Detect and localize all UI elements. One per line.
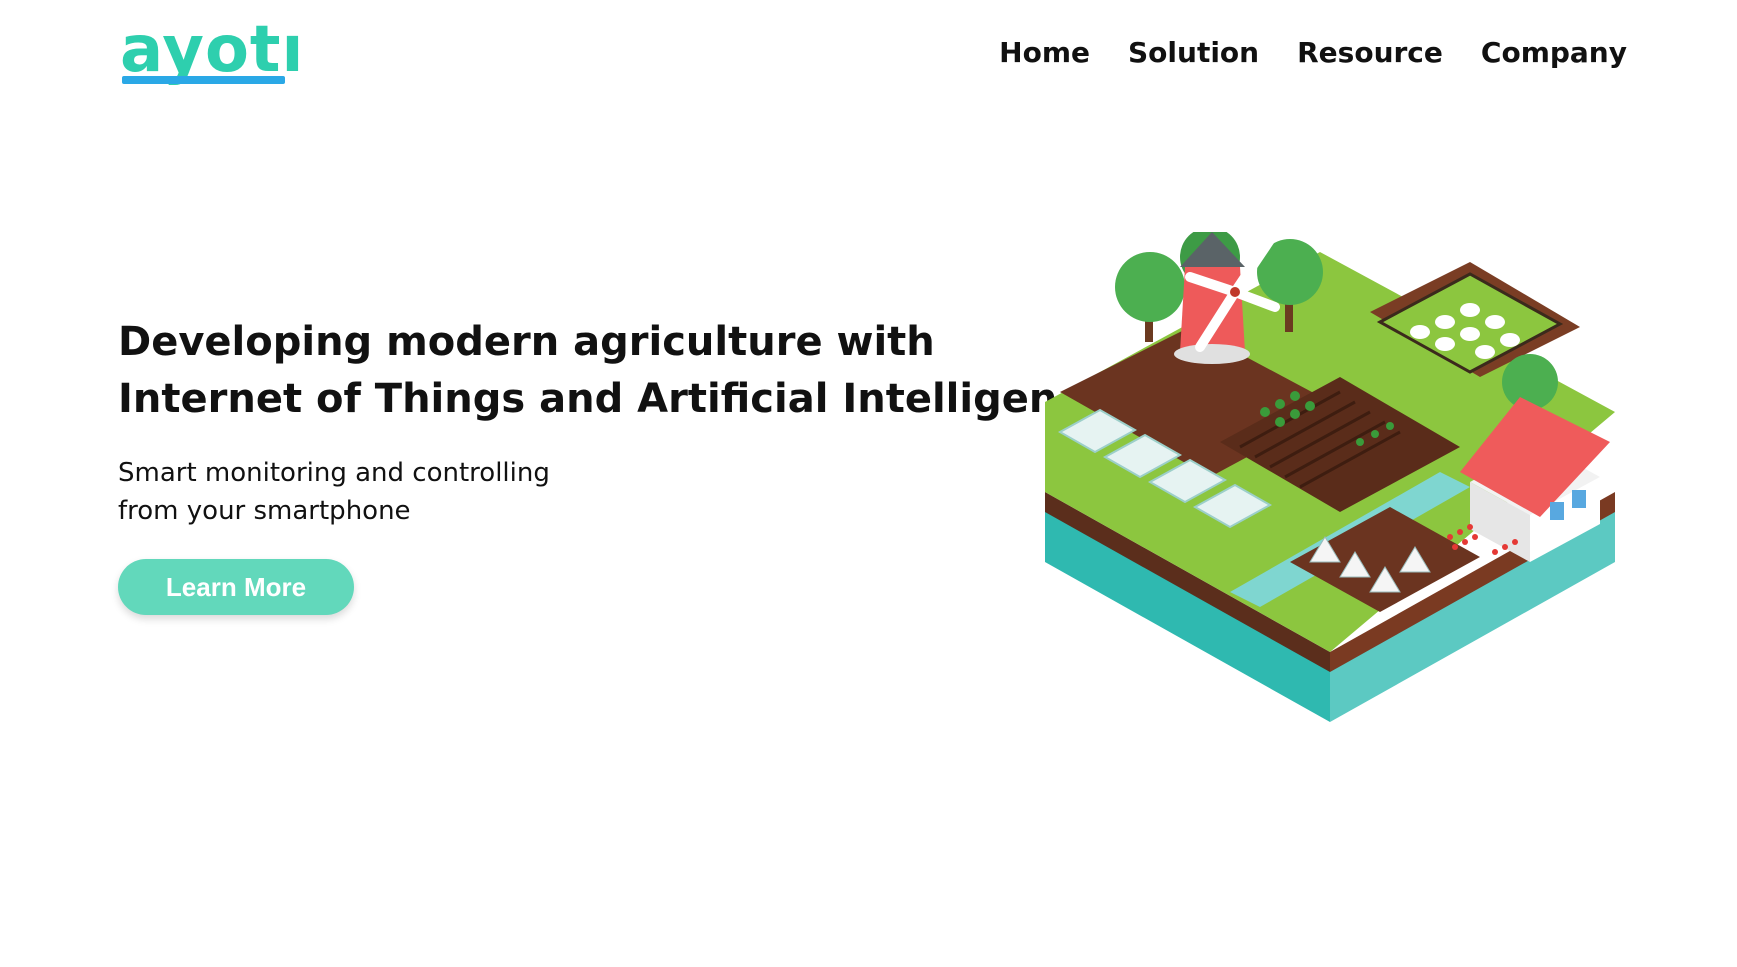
farm-icon bbox=[1045, 227, 1615, 722]
subtitle-line-2: from your smartphone bbox=[118, 496, 411, 526]
main-nav: Home Solution Resource Company bbox=[999, 36, 1627, 69]
headline-line-2: Internet of Things and Artificial Intell… bbox=[118, 376, 1109, 422]
hero-headline: Developing modern agriculture with Inter… bbox=[118, 314, 1109, 428]
smart-farm-illustration bbox=[1040, 227, 1630, 732]
nav-solution[interactable]: Solution bbox=[1128, 36, 1259, 69]
nav-company[interactable]: Company bbox=[1481, 36, 1627, 69]
nav-resource[interactable]: Resource bbox=[1297, 36, 1443, 69]
nav-home[interactable]: Home bbox=[999, 36, 1090, 69]
subtitle-line-1: Smart monitoring and controlling bbox=[118, 458, 550, 488]
logo-underline bbox=[122, 76, 285, 84]
learn-more-button[interactable]: Learn More bbox=[118, 559, 354, 615]
logo[interactable]: ayotı bbox=[120, 18, 304, 82]
headline-line-1: Developing modern agriculture with bbox=[118, 319, 935, 365]
hero-subtitle: Smart monitoring and controlling from yo… bbox=[118, 454, 718, 530]
